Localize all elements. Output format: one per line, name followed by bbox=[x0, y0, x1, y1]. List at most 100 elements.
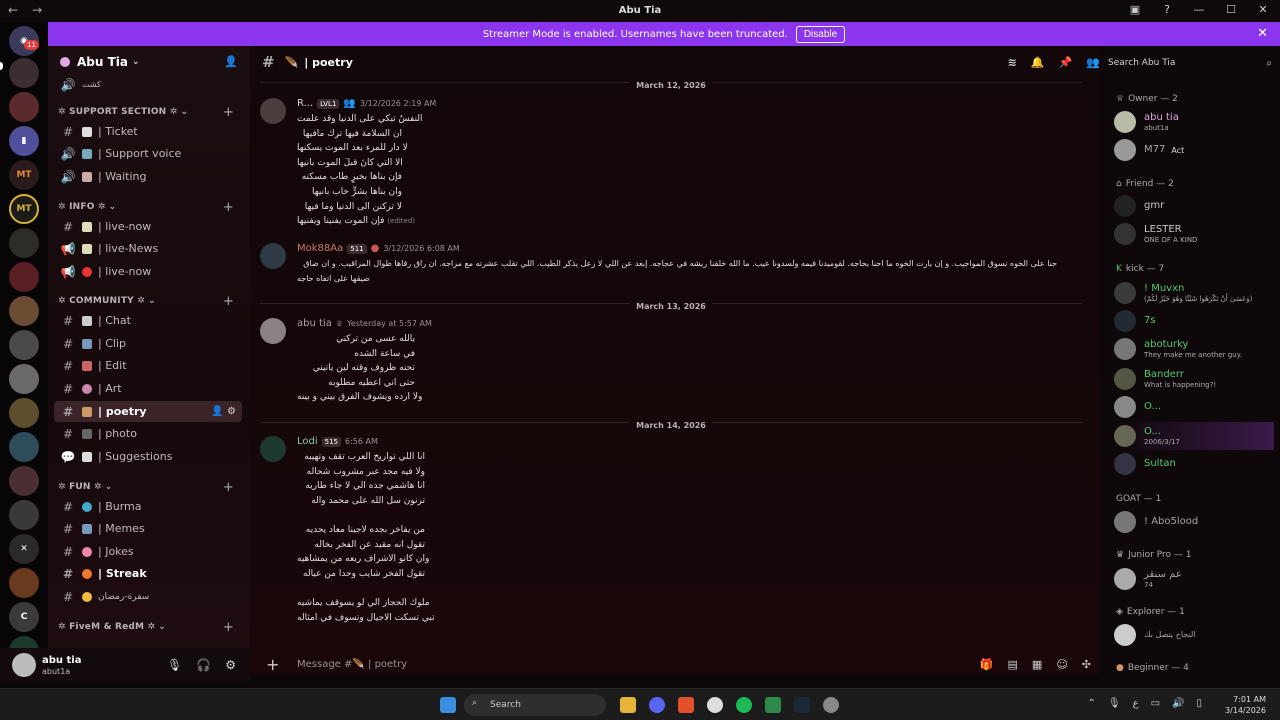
channel-ramadan[interactable]: # سفرة-رمضان bbox=[54, 586, 242, 607]
server-icon[interactable] bbox=[9, 296, 39, 326]
avatar[interactable] bbox=[260, 436, 286, 462]
server-icon[interactable] bbox=[9, 500, 39, 530]
channel-waiting[interactable]: 🔊 | Waiting bbox=[54, 166, 242, 187]
apps-icon[interactable]: ✣ bbox=[1082, 658, 1091, 671]
channel-jokes[interactable]: # | Jokes bbox=[54, 541, 242, 562]
channel-ticket[interactable]: # | Ticket bbox=[54, 121, 242, 142]
member-item[interactable]: gmr bbox=[1114, 192, 1274, 220]
avatar[interactable] bbox=[12, 653, 36, 677]
minimize-icon[interactable]: — bbox=[1192, 3, 1206, 16]
category-support[interactable]: ✲ SUPPORT SECTION ✲ ⌄ + bbox=[58, 105, 244, 120]
category-fun[interactable]: ✲ FUN ✲ ⌄ + bbox=[58, 480, 244, 495]
channel-item[interactable]: 🔊 كشت bbox=[54, 74, 242, 95]
spotify-icon[interactable] bbox=[736, 697, 752, 713]
channel-burma[interactable]: # | Burma bbox=[54, 496, 242, 517]
battery-icon[interactable]: ▯ bbox=[1196, 698, 1202, 709]
channel-live-now-2[interactable]: 📢 | live-now bbox=[54, 261, 242, 282]
server-icon[interactable]: MT bbox=[9, 194, 39, 224]
channel-live-now[interactable]: # | live-now bbox=[54, 216, 242, 237]
server-icon[interactable] bbox=[9, 432, 39, 462]
start-icon[interactable] bbox=[440, 697, 456, 713]
member-item[interactable]: Banderr What is happening?! bbox=[1114, 365, 1274, 393]
volume-icon[interactable]: 🔊 bbox=[1172, 698, 1184, 709]
sticker-icon[interactable]: ▦ bbox=[1032, 658, 1042, 671]
category-fivem[interactable]: ✲ FiveM & RedM ✲ ⌄ + bbox=[58, 620, 244, 635]
search-input[interactable]: Search Abu Tia ⌕ bbox=[1108, 54, 1272, 72]
member-item[interactable]: ! Muvxn (وَعَسَىٰ أَنْ تَكْرَهُوا شَيْئًا… bbox=[1114, 279, 1274, 307]
member-item[interactable]: M77 Act bbox=[1114, 136, 1274, 164]
app-icon[interactable] bbox=[823, 697, 839, 713]
server-icon[interactable]: C bbox=[9, 602, 39, 632]
server-icon[interactable] bbox=[9, 568, 39, 598]
chevron-up-icon[interactable]: ⌃ bbox=[1088, 698, 1096, 709]
add-attachment-icon[interactable]: + bbox=[266, 655, 279, 674]
server-icon[interactable] bbox=[9, 364, 39, 394]
gift-icon[interactable]: 🎁 bbox=[980, 658, 994, 671]
clock[interactable]: 7:01 AM 3/14/2026 bbox=[1225, 694, 1266, 716]
add-member-icon[interactable]: 👤 bbox=[224, 55, 238, 68]
member-item[interactable]: Sultan bbox=[1114, 450, 1274, 478]
disable-button[interactable]: Disable bbox=[795, 25, 846, 43]
channel-support-voice[interactable]: 🔊 | Support voice bbox=[54, 143, 242, 164]
close-window-icon[interactable]: ✕ bbox=[1256, 3, 1270, 16]
message-author[interactable]: R... bbox=[297, 98, 313, 109]
message-author[interactable]: Mok88Aa bbox=[297, 243, 343, 254]
file-explorer-icon[interactable] bbox=[620, 697, 636, 713]
server-icon[interactable] bbox=[9, 228, 39, 258]
add-channel-icon[interactable]: + bbox=[223, 620, 234, 635]
avatar[interactable] bbox=[260, 98, 286, 124]
close-icon[interactable]: ✕ bbox=[1257, 26, 1268, 41]
excel-icon[interactable] bbox=[765, 697, 781, 713]
channel-streak[interactable]: # | Streak bbox=[54, 563, 242, 584]
message-author[interactable]: abu tia bbox=[297, 318, 332, 329]
member-item[interactable]: O... 2006/3/17 bbox=[1114, 422, 1274, 450]
channel-actions[interactable]: 👤 ⚙ bbox=[211, 406, 236, 417]
add-channel-icon[interactable]: + bbox=[223, 105, 234, 120]
channel-live-news[interactable]: 📢 | live-News bbox=[54, 238, 242, 259]
server-icon[interactable] bbox=[9, 262, 39, 292]
add-channel-icon[interactable]: + bbox=[223, 200, 234, 215]
member-item[interactable]: النجاح يتصل بك bbox=[1114, 621, 1274, 649]
server-icon[interactable] bbox=[9, 58, 39, 88]
inbox-icon[interactable]: ▣ bbox=[1128, 3, 1142, 16]
category-community[interactable]: ✲ COMMUNITY ✲ ⌄ + bbox=[58, 294, 244, 309]
member-item[interactable]: aboturky They make me another guy. bbox=[1114, 335, 1274, 363]
channel-memes[interactable]: # | Memes bbox=[54, 518, 242, 539]
channel-clip[interactable]: # | Clip bbox=[54, 333, 242, 354]
message-author[interactable]: Lodi bbox=[297, 436, 318, 447]
channel-photo[interactable]: # | photo bbox=[54, 423, 242, 444]
maximize-icon[interactable]: ☐ bbox=[1224, 3, 1238, 16]
language-icon[interactable]: ع bbox=[1133, 698, 1139, 709]
mic-icon[interactable]: 🎙 bbox=[167, 658, 182, 672]
add-channel-icon[interactable]: + bbox=[223, 480, 234, 495]
gif-icon[interactable]: ▤ bbox=[1008, 658, 1018, 671]
avatar[interactable] bbox=[260, 243, 286, 269]
mic-icon[interactable]: 🎙 bbox=[1108, 698, 1121, 709]
add-channel-icon[interactable]: + bbox=[223, 294, 234, 309]
discord-icon[interactable] bbox=[649, 697, 665, 713]
gear-icon[interactable]: ⚙ bbox=[225, 658, 236, 672]
channel-art[interactable]: # | Art bbox=[54, 378, 242, 399]
channel-edit[interactable]: # | Edit bbox=[54, 355, 242, 376]
channel-suggestions[interactable]: 💬 | Suggestions bbox=[54, 446, 242, 467]
member-item[interactable]: abu tia abut1a bbox=[1114, 108, 1274, 136]
members-icon[interactable]: 👥 bbox=[1086, 56, 1100, 69]
message-composer[interactable]: + Message #🪶 | poetry 🎁 ▤ ▦ ☺ ✣ bbox=[252, 652, 1097, 676]
channel-chat[interactable]: # | Chat bbox=[54, 310, 242, 331]
member-item[interactable]: 7s bbox=[1114, 307, 1274, 335]
member-item[interactable]: ! Abo5lood bbox=[1114, 508, 1274, 536]
brave-icon[interactable] bbox=[678, 697, 694, 713]
app-icon[interactable] bbox=[707, 697, 723, 713]
taskbar-search[interactable]: ⌕ Search bbox=[464, 694, 606, 716]
server-icon[interactable]: ✕ bbox=[9, 534, 39, 564]
channel-poetry[interactable]: # | poetry 👤 ⚙ bbox=[54, 401, 242, 422]
member-item[interactable]: O... bbox=[1114, 393, 1274, 421]
message-input[interactable]: Message #🪶 | poetry bbox=[297, 659, 407, 670]
avatar[interactable] bbox=[260, 318, 286, 344]
threads-icon[interactable]: ≋ bbox=[1008, 56, 1017, 69]
server-icon[interactable] bbox=[9, 466, 39, 496]
member-item[interactable]: LESTER ONE OF A KIND bbox=[1114, 220, 1274, 248]
headphones-icon[interactable]: 🎧 bbox=[196, 658, 211, 672]
server-icon[interactable] bbox=[9, 330, 39, 360]
steam-icon[interactable] bbox=[794, 697, 810, 713]
